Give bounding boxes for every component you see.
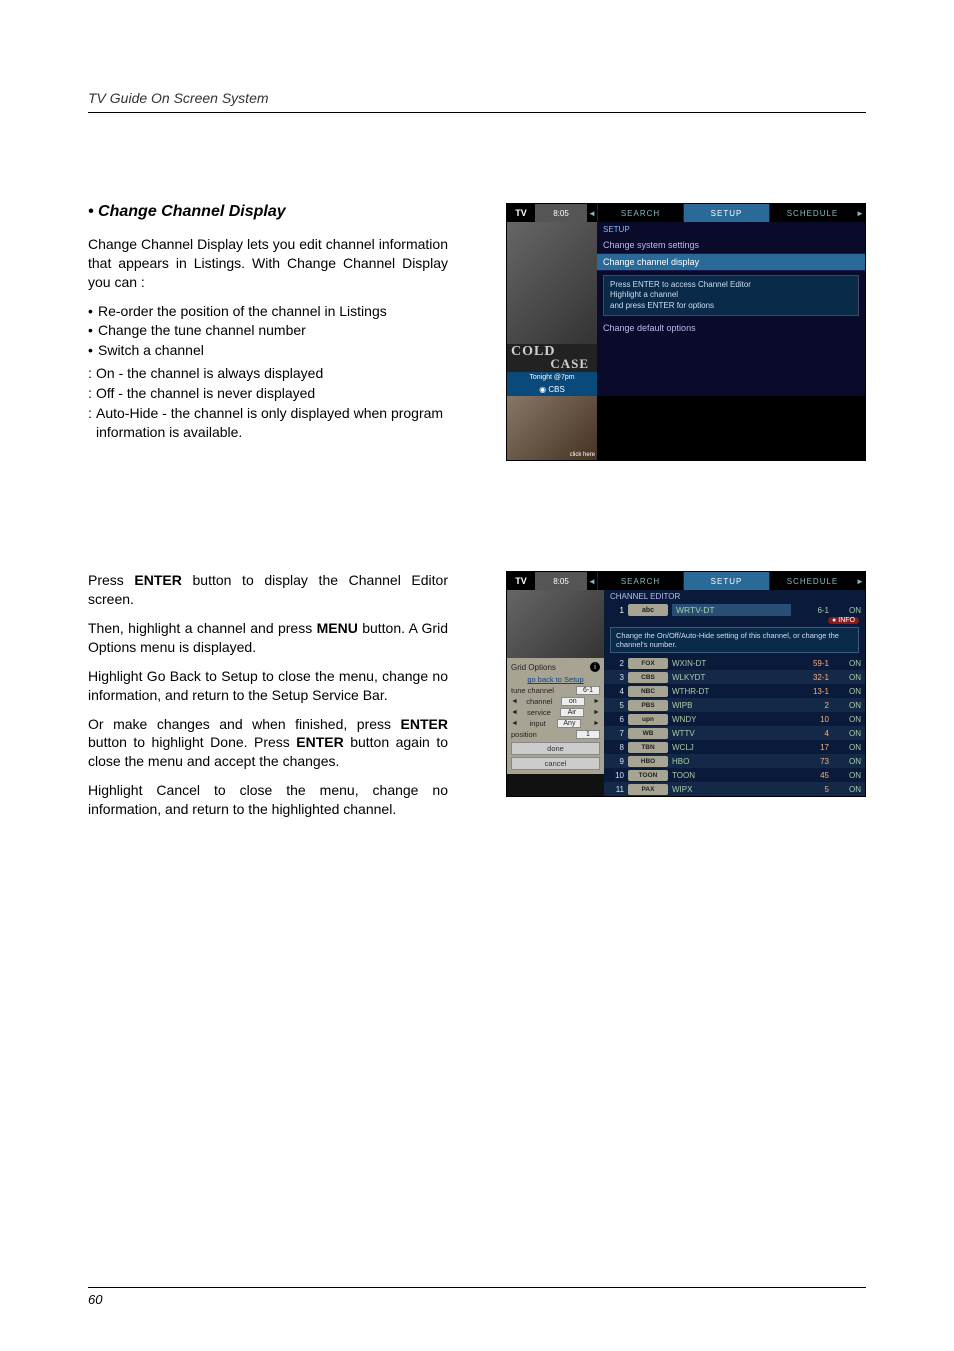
network-logo: CBS <box>628 672 668 683</box>
channel-value[interactable]: on <box>561 697 585 706</box>
channel-row[interactable]: 8TBNWCLJ17ON <box>604 740 865 754</box>
service-label: service <box>527 708 551 717</box>
channel-row[interactable]: 3CBSWLKYDT32-1ON <box>604 670 865 684</box>
footer-rule <box>88 1287 866 1288</box>
tv-guide-logo: TV <box>507 204 535 222</box>
header-rule <box>88 112 866 113</box>
channel-list: 2FOXWXIN-DT59-1ON3CBSWLKYDT32-1ON4NBCWTH… <box>604 656 865 796</box>
opt-off: :Off - the channel is never displayed <box>88 384 448 404</box>
click-here-label: click here <box>570 452 595 458</box>
done-button[interactable]: done <box>511 742 600 755</box>
network-logo: NBC <box>628 686 668 697</box>
tune-channel-label: tune channel <box>511 686 554 695</box>
clock: 8:05 <box>535 204 587 222</box>
opt-on: :On - the channel is always displayed <box>88 364 448 384</box>
channel-row[interactable]: 4NBCWTHR-DT13-1ON <box>604 684 865 698</box>
p-press-enter: Press ENTER button to display the Channe… <box>88 571 448 609</box>
p-press-menu: Then, highlight a channel and press MENU… <box>88 619 448 657</box>
setup-label: SETUP <box>597 222 865 237</box>
network-logo: upn <box>628 714 668 725</box>
screenshot-channel-editor: TV 8:05 ◄ SEARCH SETUP SCHEDULE ► <box>506 571 866 797</box>
nav-left-icon[interactable]: ◄ <box>587 572 597 590</box>
nav-right-icon[interactable]: ► <box>855 572 865 590</box>
network-logo: TOON <box>628 770 668 781</box>
channel-row[interactable]: 6upnWNDY10ON <box>604 712 865 726</box>
position-field[interactable]: 1 <box>576 730 600 739</box>
nav-left-icon[interactable]: ◄ <box>587 204 597 222</box>
p-go-back: Highlight Go Back to Setup to close the … <box>88 667 448 705</box>
section-channel-editor: Press ENTER button to display the Channe… <box>88 571 866 829</box>
screenshot-setup-menu: TV 8:05 ◄ SEARCH SETUP SCHEDULE ► <box>506 203 866 461</box>
selected-channel-row[interactable]: 1 abc WRTV-DT 6-1 ON <box>604 603 865 617</box>
tune-channel-field[interactable]: 6-1 <box>576 686 600 695</box>
channel-row[interactable]: 5PBSWIPB2ON <box>604 698 865 712</box>
info-badge[interactable]: ● INFO <box>828 617 859 624</box>
channel-row[interactable]: 7WBWTTV4ON <box>604 726 865 740</box>
promo-image <box>507 222 597 344</box>
nav-right-icon[interactable]: ► <box>855 204 865 222</box>
input-label: input <box>530 719 546 728</box>
help-box: Change the On/Off/Auto-Hide setting of t… <box>610 627 859 653</box>
promo-image <box>507 590 604 658</box>
network-logo: FOX <box>628 658 668 669</box>
page-header-title: TV Guide On Screen System <box>88 90 866 106</box>
go-back-to-setup-link[interactable]: go back to Setup <box>507 674 604 685</box>
tab-setup[interactable]: SETUP <box>683 204 769 222</box>
ad-panel <box>597 396 865 460</box>
tab-schedule[interactable]: SCHEDULE <box>769 204 855 222</box>
tv-guide-logo: TV <box>507 572 535 590</box>
intro-paragraph: Change Channel Display lets you edit cha… <box>88 235 448 292</box>
channel-row[interactable]: 2FOXWXIN-DT59-1ON <box>604 656 865 670</box>
p-cancel: Highlight Cancel to close the menu, chan… <box>88 781 448 819</box>
grid-options-label: Grid Options <box>511 663 556 672</box>
subhead-change-channel-display: • Change Channel Display <box>88 203 448 221</box>
bullet-tune-number: Change the tune channel number <box>88 321 448 341</box>
tab-search[interactable]: SEARCH <box>597 572 683 590</box>
network-logo: WB <box>628 728 668 739</box>
p-done: Or make changes and when finished, press… <box>88 715 448 772</box>
channel-editor-title: CHANNEL EDITOR <box>604 590 865 603</box>
position-label: position <box>511 730 537 739</box>
info-icon[interactable]: i <box>590 662 600 672</box>
promo-title-case: CASE <box>511 358 593 370</box>
menu-change-system-settings[interactable]: Change system settings <box>597 237 865 254</box>
tab-schedule[interactable]: SCHEDULE <box>769 572 855 590</box>
bullet-reorder: Re-order the position of the channel in … <box>88 302 448 322</box>
channel-row[interactable]: 9HBOHBO73ON <box>604 754 865 768</box>
promo-tonight: Tonight @7pm <box>507 372 597 383</box>
tab-search[interactable]: SEARCH <box>597 204 683 222</box>
channel-row[interactable]: 11PAXWIPX5ON <box>604 782 865 796</box>
network-logo: TBN <box>628 742 668 753</box>
channel-label: channel <box>526 697 552 706</box>
input-value[interactable]: Any <box>557 719 581 728</box>
bullet-switch: Switch a channel <box>88 341 448 361</box>
promo-title-cold: COLD CASE <box>507 344 597 372</box>
channel-row[interactable]: 10TOONTOON45ON <box>604 768 865 782</box>
service-value[interactable]: Air <box>560 708 584 717</box>
section-change-channel-display: • Change Channel Display Change Channel … <box>88 203 866 461</box>
clock: 8:05 <box>535 572 587 590</box>
cancel-button[interactable]: cancel <box>511 757 600 770</box>
ad-image[interactable]: click here <box>507 396 597 460</box>
page-number: 60 <box>88 1292 866 1307</box>
network-logo: PAX <box>628 784 668 795</box>
network-logo: PBS <box>628 700 668 711</box>
promo-network-cbs: ◉ CBS <box>507 383 597 396</box>
menu-change-default-options[interactable]: Change default options <box>597 320 865 336</box>
menu-change-channel-display[interactable]: Change channel display <box>597 254 865 271</box>
network-logo-abc: abc <box>628 604 668 616</box>
grid-options-panel: Grid Options i go back to Setup tune cha… <box>507 658 604 774</box>
network-logo: HBO <box>628 756 668 767</box>
tab-setup[interactable]: SETUP <box>683 572 769 590</box>
opt-autohide: :Auto-Hide - the channel is only display… <box>88 404 448 443</box>
help-box: Press ENTER to access Channel Editor Hig… <box>603 275 859 316</box>
